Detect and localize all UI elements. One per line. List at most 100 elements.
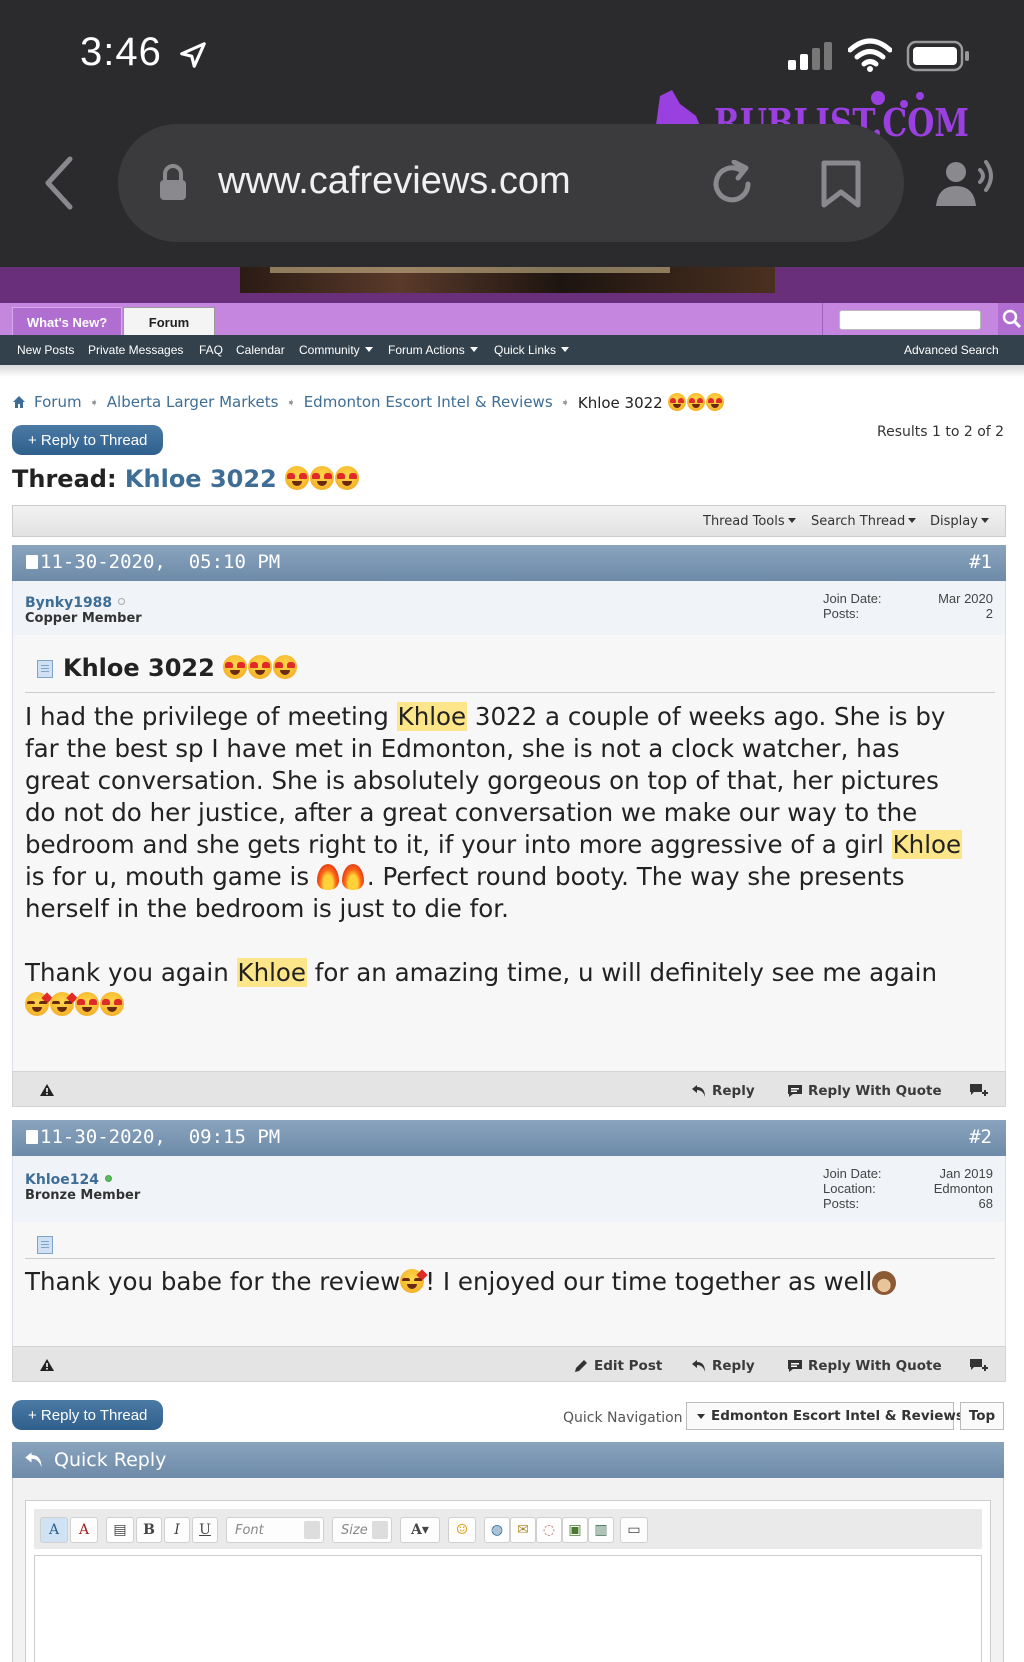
post-text-span: bedroom and she gets right to it, if you…: [25, 830, 892, 859]
heart-eyes-emoji-icon: [335, 466, 360, 490]
post-user-rank: Bronze Member: [25, 1188, 141, 1203]
reply-to-thread-button[interactable]: + Reply to Thread: [12, 425, 164, 455]
post-footer: Edit Post Reply Reply With Quote: [12, 1346, 1006, 1382]
post-line: far the best sp I have met in Edmonton, …: [25, 734, 900, 763]
status-time: 3:46: [80, 30, 162, 74]
post-date-time: 05:10 PM: [188, 551, 281, 573]
post-date-day: 11-30-2020,: [40, 551, 166, 573]
post-date-time: 09:15 PM: [188, 1126, 281, 1148]
breadcrumb-separator-icon: ➧: [286, 395, 296, 409]
quick-navigation-select[interactable]: Edmonton Escort Intel & Reviews: [686, 1402, 964, 1430]
paste-icon[interactable]: ▤: [106, 1517, 134, 1543]
nav-faq[interactable]: FAQ: [199, 343, 223, 357]
reply-textarea[interactable]: [34, 1555, 982, 1662]
remove-link-icon[interactable]: ◌: [536, 1517, 562, 1543]
smiley-icon[interactable]: ☺: [448, 1517, 476, 1543]
post-number[interactable]: #1: [969, 551, 992, 573]
chevron-down-icon: [372, 1521, 388, 1539]
caret-down-icon: [787, 518, 796, 523]
nav-calendar[interactable]: Calendar: [236, 343, 285, 357]
caret-down-icon: [697, 1413, 705, 1419]
bookmark-icon[interactable]: [820, 160, 862, 208]
post-text-span: 3022 a couple of weeks ago. She is by: [467, 702, 946, 731]
reply-label: Reply: [712, 1358, 755, 1374]
reply-to-thread-button-bottom[interactable]: + Reply to Thread: [12, 1400, 164, 1430]
bold-icon[interactable]: B: [136, 1517, 162, 1543]
post-footer: Reply Reply With Quote: [12, 1071, 1006, 1107]
remove-formatting-icon[interactable]: A: [70, 1517, 98, 1543]
heart-eyes-emoji-icon: [667, 392, 686, 411]
heart-eyes-emoji-icon: [75, 992, 99, 1016]
text-color-icon[interactable]: A▾: [400, 1517, 440, 1543]
search-button[interactable]: [998, 303, 1024, 335]
join-date-label: Join Date:: [823, 1166, 882, 1181]
post-username-label: Khloe124: [25, 1172, 99, 1188]
caret-down-icon: [364, 347, 373, 352]
nav-private-messages[interactable]: Private Messages: [88, 343, 183, 357]
post-body: Thank you babe for the review ! I enjoyed…: [12, 1222, 1006, 1346]
thread-title-prefix: Thread:: [12, 465, 117, 493]
breadcrumb-edmonton[interactable]: Edmonton Escort Intel & Reviews: [304, 393, 553, 411]
post-number[interactable]: #2: [969, 1126, 992, 1148]
back-chevron-icon[interactable]: [40, 155, 80, 211]
thread-tools-menu[interactable]: Thread Tools: [703, 514, 796, 529]
post-username[interactable]: Bynky1988: [25, 595, 126, 611]
reload-icon[interactable]: [708, 160, 756, 208]
reply-button[interactable]: Reply: [691, 1358, 755, 1374]
display-label: Display: [930, 514, 978, 529]
edit-post-button[interactable]: Edit Post: [573, 1358, 662, 1374]
quick-navigation-label: Quick Navigation: [563, 1410, 683, 1426]
reply-with-quote-button[interactable]: Reply With Quote: [787, 1358, 942, 1374]
nav-community[interactable]: Community: [299, 343, 373, 357]
breadcrumb-alberta[interactable]: Alberta Larger Markets: [107, 393, 279, 411]
tab-forum[interactable]: Forum: [123, 307, 215, 337]
highlighted-name: Khloe: [891, 830, 963, 859]
heart-eyes-emoji-icon: [273, 655, 298, 679]
italic-icon[interactable]: I: [164, 1517, 190, 1543]
header-search: [822, 303, 998, 335]
reply-with-quote-button[interactable]: Reply With Quote: [787, 1083, 942, 1099]
home-icon[interactable]: [12, 395, 26, 409]
join-date-label: Join Date:: [823, 591, 882, 606]
insert-image-icon[interactable]: ▣: [562, 1517, 588, 1543]
report-post-icon[interactable]: [39, 1358, 55, 1372]
multi-quote-button[interactable]: [968, 1083, 990, 1097]
thread-title-name[interactable]: Khloe 3022: [125, 465, 277, 493]
post-line: do not do her justice, after a great con…: [25, 798, 918, 827]
insert-link-icon[interactable]: ◍: [484, 1517, 510, 1543]
post-text-span: . Perfect round booty. The way she prese…: [366, 862, 905, 891]
posts-label: Posts:: [823, 1196, 860, 1211]
reply-arrow-icon: [692, 1360, 705, 1372]
font-select[interactable]: Font: [226, 1517, 324, 1543]
insert-video-icon[interactable]: ▥: [588, 1517, 614, 1543]
nav-new-posts[interactable]: New Posts: [17, 343, 74, 357]
post-username[interactable]: Khloe124: [25, 1172, 112, 1188]
wifi-icon: [848, 38, 892, 72]
switch-editor-mode-icon[interactable]: A: [40, 1517, 68, 1543]
size-select[interactable]: Size: [332, 1517, 392, 1543]
quick-reply-header[interactable]: Quick Reply: [12, 1442, 1004, 1478]
insert-quote-icon[interactable]: ▭: [620, 1517, 648, 1543]
reply-button[interactable]: Reply: [691, 1083, 755, 1099]
nav-forum-actions-label: Forum Actions: [388, 343, 465, 357]
multi-quote-button[interactable]: [968, 1358, 990, 1372]
location-label: Location:: [823, 1181, 876, 1196]
search-thread-menu[interactable]: Search Thread: [811, 514, 917, 529]
report-post-icon[interactable]: [39, 1083, 55, 1097]
location-arrow-icon: [180, 42, 206, 68]
online-status-icon: [104, 1175, 112, 1182]
location-value: Edmonton: [933, 1181, 993, 1196]
breadcrumb-forum[interactable]: Forum: [34, 393, 82, 411]
editor-toolbar: A A ▤ B I U Font Size A▾ ☺ ◍ ✉ ◌ ▣ ▥ ▭: [34, 1509, 982, 1549]
insert-email-icon[interactable]: ✉: [510, 1517, 536, 1543]
listen-speaker-icon[interactable]: [934, 158, 994, 208]
nav-community-label: Community: [299, 343, 360, 357]
underline-icon[interactable]: U: [192, 1517, 218, 1543]
nav-quick-links[interactable]: Quick Links: [494, 343, 570, 357]
nav-forum-actions[interactable]: Forum Actions: [388, 343, 478, 357]
top-button[interactable]: Top: [960, 1402, 1004, 1430]
tab-whats-new[interactable]: What's New?: [12, 307, 122, 337]
nav-advanced-search[interactable]: Advanced Search: [904, 343, 999, 357]
display-menu[interactable]: Display: [930, 514, 989, 529]
search-input[interactable]: [839, 310, 981, 330]
